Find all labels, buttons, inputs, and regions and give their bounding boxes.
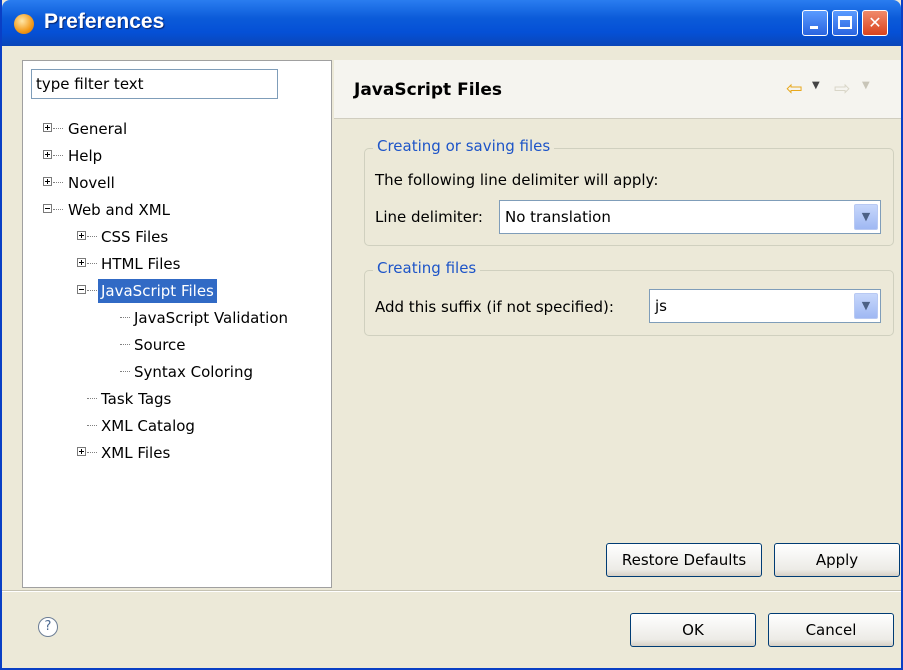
- close-icon: ✕: [868, 13, 882, 32]
- tree-item-label: Help: [68, 147, 103, 165]
- creating-files-group: Creating files Add this suffix (if not s…: [364, 259, 894, 336]
- suffix-select[interactable]: js ▼: [649, 289, 881, 323]
- app-icon: [14, 14, 34, 34]
- tree-item-label: CSS Files: [101, 228, 169, 246]
- window-title: Preferences: [44, 10, 165, 33]
- minimize-icon: [810, 26, 818, 29]
- expand-plus-icon[interactable]: [43, 123, 52, 132]
- cancel-button[interactable]: Cancel: [768, 613, 894, 647]
- forward-arrow-icon[interactable]: ⇨: [834, 78, 851, 98]
- back-dropdown-icon[interactable]: ▼: [812, 80, 820, 91]
- expand-plus-icon[interactable]: [77, 258, 86, 267]
- tree-item-label: Web and XML: [68, 201, 171, 219]
- select-value: js: [655, 297, 667, 315]
- tree-item-label: XML Files: [101, 444, 171, 462]
- tree-item-label: XML Catalog: [101, 417, 195, 435]
- select-value: No translation: [505, 208, 611, 226]
- restore-defaults-button[interactable]: Restore Defaults: [606, 543, 762, 577]
- tree-item-label: Novell: [68, 174, 115, 192]
- forward-dropdown-icon[interactable]: ▼: [862, 80, 870, 91]
- expand-plus-icon[interactable]: [77, 447, 86, 456]
- collapse-minus-icon[interactable]: [43, 204, 52, 213]
- expand-plus-icon[interactable]: [77, 231, 86, 240]
- maximize-icon: [838, 16, 852, 29]
- apply-button[interactable]: Apply: [774, 543, 900, 577]
- group-title: Creating files: [373, 259, 481, 277]
- tree-item-label: HTML Files: [101, 255, 181, 273]
- title-bar[interactable]: Preferences ✕: [2, 0, 901, 46]
- preference-tree-panel: General Help Novell Web and XML: [22, 60, 332, 588]
- tree-item-label: JavaScript Validation: [134, 309, 289, 327]
- page-header: JavaScript Files ⇦ ▼ ⇨ ▼: [334, 60, 901, 119]
- line-delimiter-label: Line delimiter:: [375, 208, 483, 226]
- line-delimiter-select[interactable]: No translation ▼: [499, 200, 881, 234]
- tree-item-label: Source: [134, 336, 186, 354]
- maximize-button[interactable]: [832, 10, 858, 36]
- page-title: JavaScript Files: [354, 80, 503, 100]
- line-delimiter-description: The following line delimiter will apply:: [375, 171, 659, 189]
- ok-button[interactable]: OK: [630, 613, 756, 647]
- back-arrow-icon[interactable]: ⇦: [786, 78, 803, 98]
- group-title: Creating or saving files: [373, 137, 555, 155]
- expand-plus-icon[interactable]: [43, 177, 52, 186]
- collapse-minus-icon[interactable]: [77, 285, 86, 294]
- chevron-down-icon[interactable]: ▼: [854, 204, 878, 230]
- preferences-window: Preferences ✕ General Help Novell: [0, 0, 903, 670]
- help-icon[interactable]: ?: [38, 617, 58, 637]
- tree-item-label: JavaScript Files: [98, 279, 217, 303]
- filter-input[interactable]: [31, 69, 278, 99]
- dialog-separator: [2, 590, 901, 592]
- saving-files-group: Creating or saving files The following l…: [364, 137, 894, 246]
- chevron-down-icon[interactable]: ▼: [854, 293, 878, 319]
- close-button[interactable]: ✕: [862, 10, 888, 36]
- tree-item-label: Task Tags: [101, 390, 172, 408]
- tree-item-label: Syntax Coloring: [134, 363, 253, 381]
- suffix-label: Add this suffix (if not specified):: [375, 298, 614, 316]
- minimize-button[interactable]: [802, 10, 828, 36]
- tree-item-label: General: [68, 120, 128, 138]
- expand-plus-icon[interactable]: [43, 150, 52, 159]
